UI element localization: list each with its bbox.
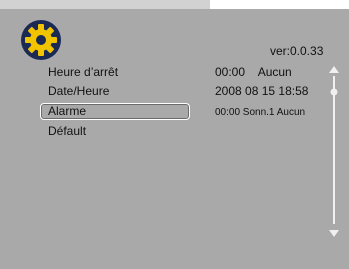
menu-value-date-heure: 2008 08 15 18:58 xyxy=(215,84,309,98)
menu-item-heure-arret[interactable]: Heure d’arrêt xyxy=(48,65,118,79)
vertical-scrollbar[interactable] xyxy=(327,64,341,239)
version-text: ver:0.0.33 xyxy=(270,44,324,58)
menu-item-alarme[interactable]: Alarme xyxy=(48,104,86,118)
menu-item-date-heure[interactable]: Date/Heure xyxy=(48,84,109,98)
menu-item-default[interactable]: Défault xyxy=(48,124,86,138)
menu-value-alarme: 00:00 Sonn.1 Aucun xyxy=(215,107,306,118)
header-tab-strip xyxy=(0,0,210,9)
scroll-thumb xyxy=(330,88,338,96)
gear-icon xyxy=(21,20,61,60)
triangle-up-icon xyxy=(329,66,339,73)
menu-value-heure-arret: 00:00 Aucun xyxy=(215,65,292,79)
triangle-down-icon xyxy=(329,230,339,237)
